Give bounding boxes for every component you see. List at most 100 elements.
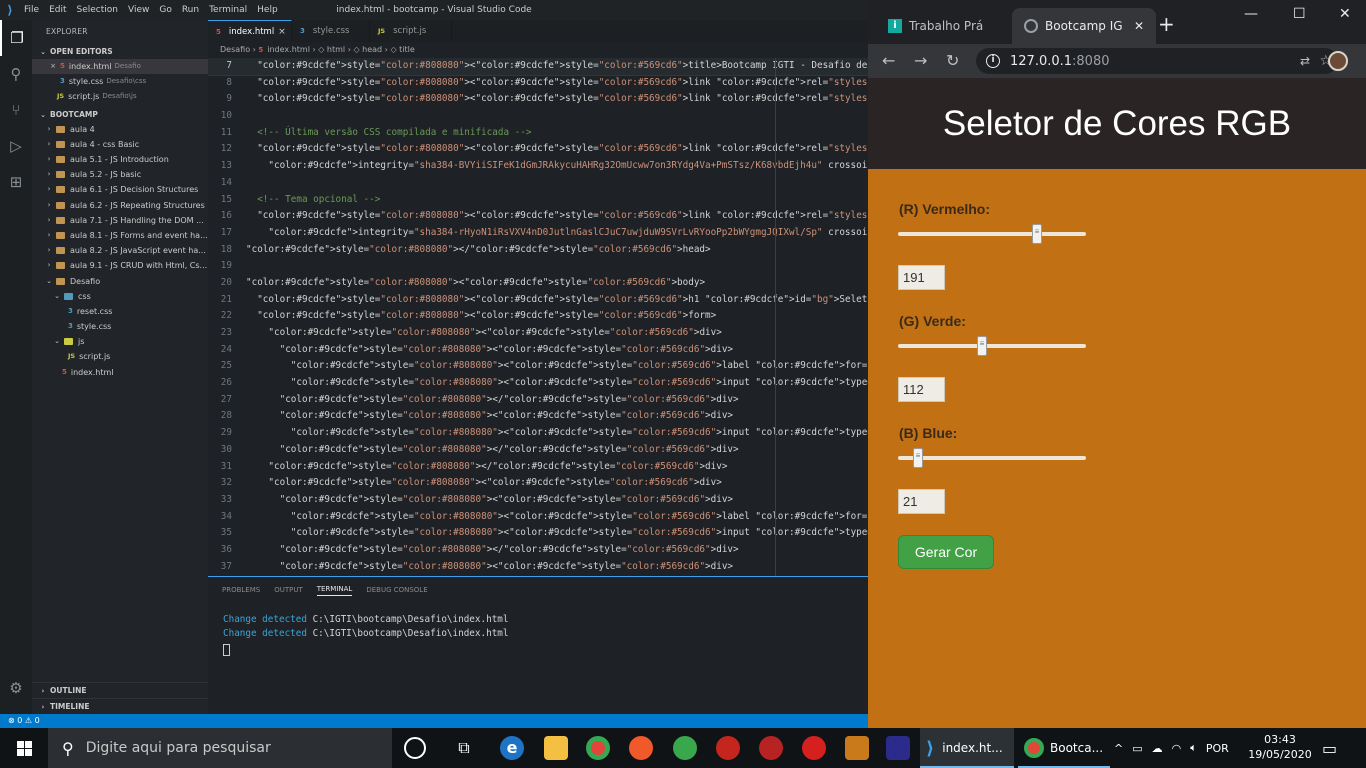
open-editor-index-html[interactable]: × 5 index.html Desafio (32, 59, 208, 75)
browser-tab-bootcamp[interactable]: Bootcamp IG ✕ (1012, 8, 1156, 44)
code-line[interactable]: 31 "color:#9cdcfe">style="color:#808080"… (208, 459, 868, 476)
breadcrumb-item[interactable]: index.html (267, 45, 310, 54)
breadcrumb-item[interactable]: title (399, 45, 415, 54)
clock[interactable]: 03:43 19/05/2020 (1248, 732, 1312, 762)
code-line[interactable]: 8 "color:#9cdcfe">style="color:#808080">… (208, 75, 868, 92)
code-line[interactable]: 24 "color:#9cdcfe">style="color:#808080"… (208, 342, 868, 359)
volume-icon[interactable]: 🔈︎ (1190, 741, 1197, 755)
code-line[interactable]: 15 <!-- Tema opcional --> (208, 192, 868, 209)
blue-slider-thumb[interactable] (913, 448, 923, 468)
code-line[interactable]: 10 (208, 108, 868, 125)
task-view-icon[interactable]: ⧉ (452, 736, 476, 760)
folder-desafio[interactable]: ⌄ Desafio (32, 273, 208, 288)
app-icon-z[interactable] (886, 736, 910, 760)
tab-index-html[interactable]: 5 index.html × (208, 20, 292, 42)
taskbar-vscode[interactable]: ⟩ index.ht... (920, 728, 1014, 768)
file-explorer-icon[interactable] (544, 736, 568, 760)
outline-section[interactable]: › OUTLINE (32, 682, 208, 698)
wifi-icon[interactable]: ◠ (1172, 742, 1182, 755)
minimize-icon[interactable]: — (1244, 6, 1258, 22)
info-icon[interactable]: i (986, 54, 1000, 68)
folder-item[interactable]: › aula 6.2 - JS Repeating Structures (32, 198, 208, 213)
extensions-icon[interactable]: ⊞ (0, 164, 32, 200)
code-line[interactable]: 27 "color:#9cdcfe">style="color:#808080"… (208, 392, 868, 409)
app-icon-orange[interactable] (629, 736, 653, 760)
code-line[interactable]: 25 "color:#9cdcfe">style="color:#808080"… (208, 358, 868, 375)
tab-script-js[interactable]: JS script.js (370, 20, 452, 42)
code-line[interactable]: 28 "color:#9cdcfe">style="color:#808080"… (208, 408, 868, 425)
terminal[interactable]: Change detected C:\IGTI\bootcamp\Desafio… (208, 603, 868, 659)
code-line[interactable]: 32 "color:#9cdcfe">style="color:#808080"… (208, 475, 868, 492)
file-index-html[interactable]: 5 index.html (32, 365, 208, 380)
new-tab-icon[interactable]: + (1158, 14, 1175, 34)
code-line[interactable]: 33 "color:#9cdcfe">style="color:#808080"… (208, 492, 868, 509)
code-line[interactable]: 7 "color:#9cdcfe">style="color:#808080">… (208, 58, 868, 76)
code-line[interactable]: 17 "color:#9cdcfe">integrity="sha384-rHy… (208, 225, 868, 242)
taskbar-search[interactable]: ⚲ Digite aqui para pesquisar (48, 728, 392, 768)
code-line[interactable]: 14 (208, 175, 868, 192)
code-line[interactable]: 11 <!-- Última versão CSS compilada e mi… (208, 125, 868, 142)
folder-css[interactable]: ⌄ css (32, 289, 208, 304)
profile-avatar[interactable] (1328, 51, 1348, 71)
tab-debug-console[interactable]: DEBUG CONSOLE (366, 586, 427, 594)
folder-item[interactable]: › aula 4 - css Basic (32, 137, 208, 152)
code-line[interactable]: 19 (208, 258, 868, 275)
file-script-js[interactable]: JS script.js (32, 349, 208, 364)
close-icon[interactable]: ✕ (1134, 19, 1144, 33)
tab-problems[interactable]: PROBLEMS (222, 586, 260, 594)
code-line[interactable]: 22 "color:#9cdcfe">style="color:#808080"… (208, 308, 868, 325)
code-line[interactable]: 20 "color:#9cdcfe">style="color:#808080">… (208, 275, 868, 292)
folder-item[interactable]: › aula 8.2 - JS JavaScript event ha... (32, 243, 208, 258)
folder-item[interactable]: › aula 6.1 - JS Decision Structures (32, 182, 208, 197)
code-line[interactable]: 30 "color:#9cdcfe">style="color:#808080"… (208, 442, 868, 459)
cortana-icon[interactable] (404, 737, 426, 759)
tab-terminal[interactable]: TERMINAL (316, 585, 353, 596)
search-icon[interactable]: ⚲ (0, 56, 32, 92)
maximize-icon[interactable]: ☐ (1293, 6, 1306, 22)
code-line[interactable]: 12 "color:#9cdcfe">style="color:#808080"… (208, 141, 868, 158)
code-line[interactable]: 36 "color:#9cdcfe">style="color:#808080"… (208, 542, 868, 559)
forward-icon[interactable]: → (914, 51, 927, 71)
menu-selection[interactable]: Selection (77, 5, 118, 15)
menu-edit[interactable]: Edit (49, 5, 66, 15)
menu-terminal[interactable]: Terminal (209, 5, 247, 15)
back-icon[interactable]: ← (882, 51, 895, 71)
menu-help[interactable]: Help (257, 5, 278, 15)
address-bar[interactable]: i 127.0.0.1:8080 ⇄ ☆ (976, 48, 1338, 74)
network-icon[interactable]: ☁ (1152, 742, 1163, 755)
close-icon[interactable]: × (278, 27, 286, 37)
code-line[interactable]: 9 "color:#9cdcfe">style="color:#808080">… (208, 91, 868, 108)
edge-icon[interactable]: e (500, 736, 524, 760)
open-editors-header[interactable]: ⌄ OPEN EDITORS (32, 44, 208, 59)
open-editor-script-js[interactable]: JS script.js Desafio\js (32, 89, 208, 104)
folder-js[interactable]: ⌄ js (32, 334, 208, 349)
generate-color-button[interactable]: Gerar Cor (898, 535, 994, 569)
code-line[interactable]: 37 "color:#9cdcfe">style="color:#808080"… (208, 559, 868, 576)
green-slider[interactable] (898, 336, 1086, 356)
taskbar-chrome[interactable]: Bootca... (1018, 728, 1110, 768)
menu-go[interactable]: Go (159, 5, 171, 15)
code-line[interactable]: 18 "color:#9cdcfe">style="color:#808080">… (208, 242, 868, 259)
folder-item[interactable]: › aula 9.1 - JS CRUD with Html, Cs... (32, 258, 208, 273)
app-icon-red[interactable] (716, 736, 740, 760)
browser-tab-trabalho[interactable]: i Trabalho Prá (876, 8, 1012, 44)
file-style-css[interactable]: 3 style.css (32, 319, 208, 334)
problems-status[interactable]: ⊗ 0 ⚠ 0 (8, 716, 40, 725)
menu-view[interactable]: View (128, 5, 149, 15)
code-area[interactable]: 7 "color:#9cdcfe">style="color:#808080">… (208, 58, 868, 576)
code-line[interactable]: 23 "color:#9cdcfe">style="color:#808080"… (208, 325, 868, 342)
timeline-section[interactable]: › TIMELINE (32, 698, 208, 714)
file-reset-css[interactable]: 3 reset.css (32, 304, 208, 319)
app-icon-gear-red[interactable] (759, 736, 783, 760)
folder-item[interactable]: › aula 8.1 - JS Forms and event ha... (32, 228, 208, 243)
translate-icon[interactable]: ⇄ (1300, 54, 1310, 68)
code-line[interactable]: 35 "color:#9cdcfe">style="color:#808080"… (208, 525, 868, 542)
workspace-header[interactable]: ⌄ BOOTCAMP (32, 107, 208, 122)
tab-style-css[interactable]: 3 style.css (292, 20, 370, 42)
gear-icon[interactable]: ⚙ (0, 670, 32, 706)
code-line[interactable]: 26 "color:#9cdcfe">style="color:#808080"… (208, 375, 868, 392)
app-icon-green[interactable] (673, 736, 697, 760)
notifications-icon[interactable]: ▭ (1322, 728, 1337, 768)
source-control-icon[interactable]: ⑂ (0, 92, 32, 128)
chrome-icon[interactable] (586, 736, 610, 760)
